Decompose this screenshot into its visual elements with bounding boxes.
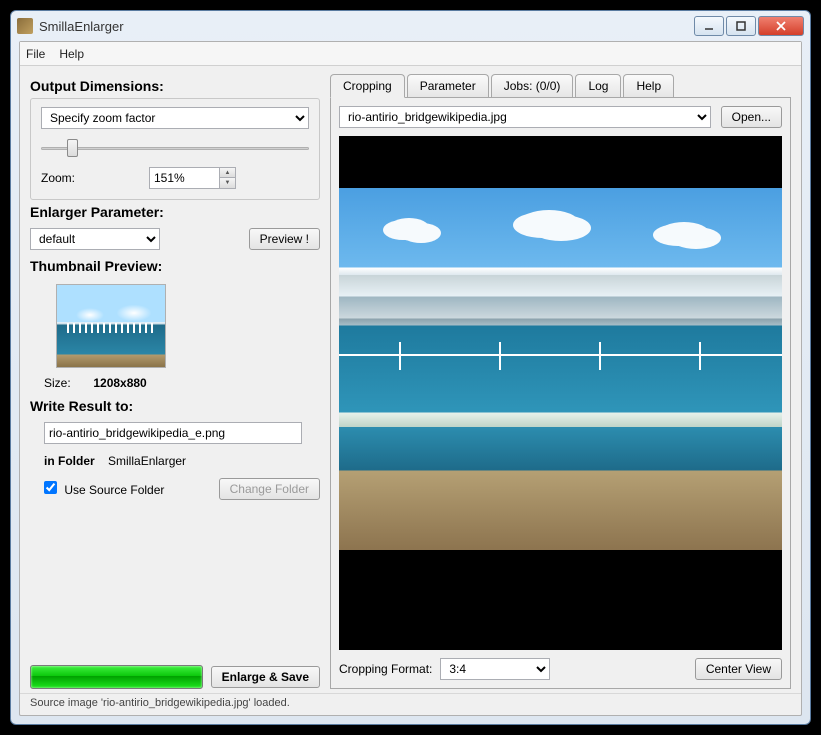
close-button[interactable]: [758, 16, 804, 36]
output-dimensions-label: Output Dimensions:: [30, 78, 320, 94]
use-source-checkbox-input[interactable]: [44, 481, 57, 494]
folder-name: SmillaEnlarger: [108, 454, 186, 468]
left-panel: Output Dimensions: Specify zoom factor Z…: [30, 74, 320, 689]
output-filename-input[interactable]: [44, 422, 302, 444]
cropping-preview[interactable]: [339, 136, 782, 650]
sizing-method-select[interactable]: Specify zoom factor: [41, 107, 309, 129]
cropping-format-label: Cropping Format:: [339, 662, 432, 676]
output-dimensions-group: Specify zoom factor Zoom: ▲: [30, 98, 320, 200]
thumbnail-image: [56, 284, 166, 368]
enlarge-save-button[interactable]: Enlarge & Save: [211, 666, 320, 688]
right-panel: Cropping Parameter Jobs: (0/0) Log Help …: [330, 74, 791, 689]
progress-bar: [30, 665, 203, 689]
spin-down-icon[interactable]: ▼: [220, 178, 235, 188]
tab-parameter[interactable]: Parameter: [407, 74, 489, 97]
zoom-spinner[interactable]: ▲ ▼: [149, 167, 236, 189]
status-bar: Source image 'rio-antirio_bridgewikipedi…: [20, 693, 801, 715]
menu-file[interactable]: File: [26, 47, 45, 61]
tab-jobs[interactable]: Jobs: (0/0): [491, 74, 574, 97]
window-title: SmillaEnlarger: [39, 19, 694, 34]
size-value: 1208x880: [93, 376, 146, 390]
use-source-folder-checkbox[interactable]: Use Source Folder: [44, 481, 164, 497]
enlarger-param-label: Enlarger Parameter:: [30, 204, 320, 220]
preset-select[interactable]: default: [30, 228, 160, 250]
zoom-label: Zoom:: [41, 171, 141, 185]
client-area: File Help Output Dimensions: Specify zoo…: [19, 41, 802, 716]
clouds-decoration: [339, 206, 782, 266]
tabbar: Cropping Parameter Jobs: (0/0) Log Help: [330, 74, 791, 97]
size-label: Size:: [44, 376, 80, 390]
tab-log[interactable]: Log: [575, 74, 621, 97]
app-icon: [17, 18, 33, 34]
app-window: SmillaEnlarger File Help Output Dimensio…: [10, 10, 811, 725]
menubar: File Help: [20, 42, 801, 66]
cropping-format-select[interactable]: 3:4: [440, 658, 550, 680]
titlebar[interactable]: SmillaEnlarger: [11, 11, 810, 41]
open-button[interactable]: Open...: [721, 106, 782, 128]
use-source-label: Use Source Folder: [64, 483, 164, 497]
preview-button[interactable]: Preview !: [249, 228, 320, 250]
bridge-decoration: [339, 342, 782, 370]
maximize-button[interactable]: [726, 16, 756, 36]
tab-help[interactable]: Help: [623, 74, 674, 97]
minimize-button[interactable]: [694, 16, 724, 36]
thumbnail-label: Thumbnail Preview:: [30, 258, 320, 274]
change-folder-button[interactable]: Change Folder: [219, 478, 320, 500]
tab-panel-cropping: rio-antirio_bridgewikipedia.jpg Open...: [330, 97, 791, 689]
spin-up-icon[interactable]: ▲: [220, 168, 235, 178]
menu-help[interactable]: Help: [59, 47, 84, 61]
zoom-input[interactable]: [149, 167, 219, 189]
write-result-label: Write Result to:: [30, 398, 320, 414]
source-file-select[interactable]: rio-antirio_bridgewikipedia.jpg: [339, 106, 711, 128]
slider-thumb-icon[interactable]: [67, 139, 78, 157]
tab-cropping[interactable]: Cropping: [330, 74, 405, 98]
center-view-button[interactable]: Center View: [695, 658, 782, 680]
zoom-slider[interactable]: [41, 139, 309, 157]
in-folder-label: in Folder: [44, 454, 95, 468]
